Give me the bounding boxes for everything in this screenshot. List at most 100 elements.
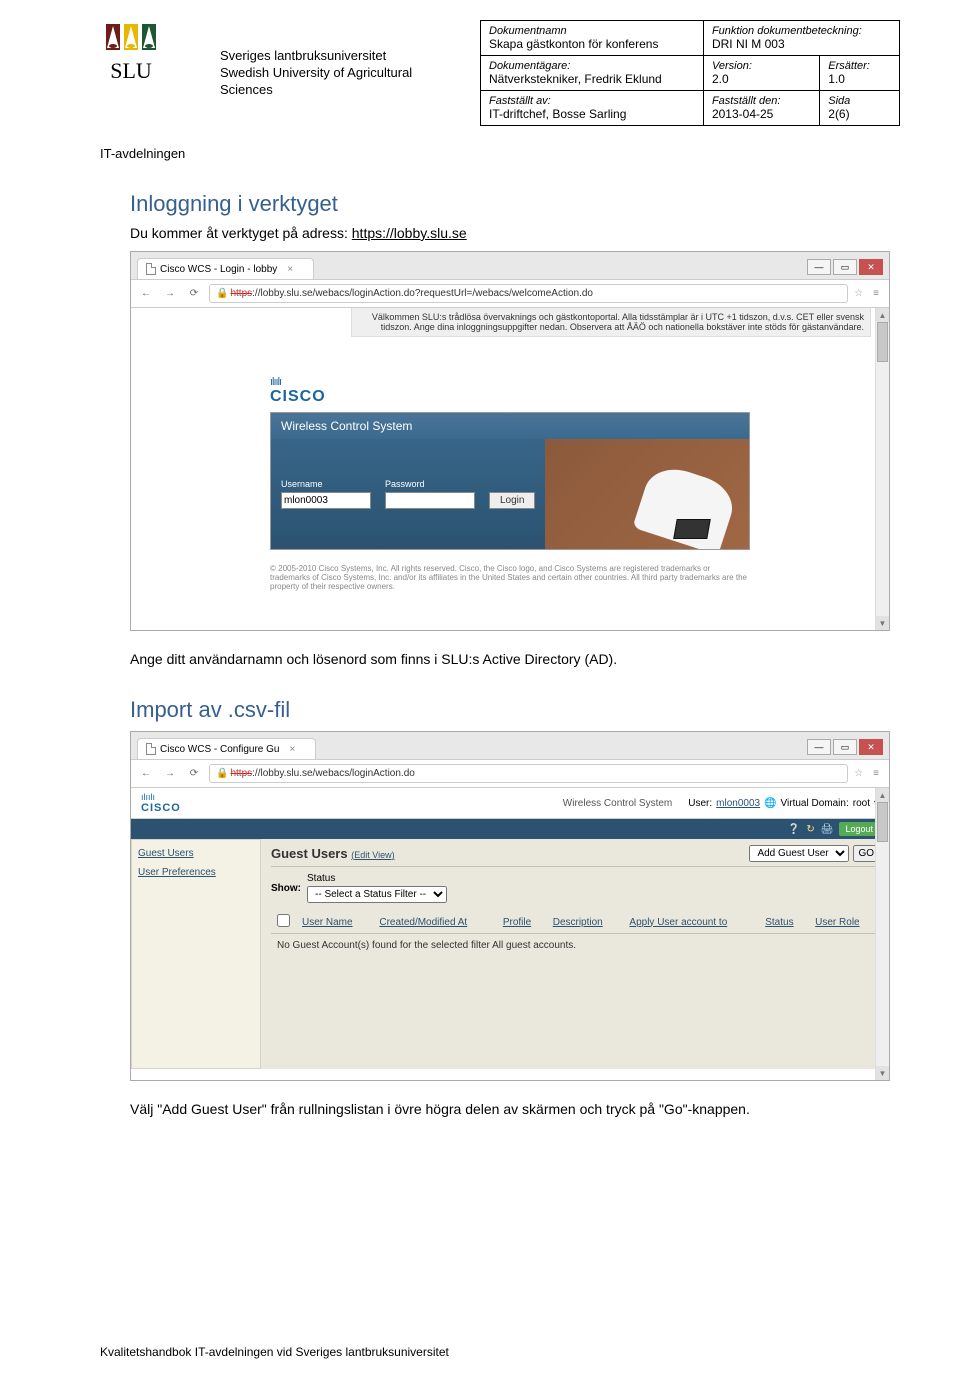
- address-bar: ← → ⟳ 🔒https://lobby.slu.se/webacs/login…: [131, 280, 889, 308]
- login-panel-title: Wireless Control System: [271, 413, 749, 439]
- ersatter-value: 1.0: [828, 72, 891, 86]
- wcs-header-bar: ılıılı CISCO Wireless Control System Use…: [131, 788, 889, 819]
- wcs-system-title: Wireless Control System: [563, 798, 672, 809]
- forward-button[interactable]: →: [161, 768, 179, 779]
- print-icon[interactable]: 🖨: [821, 824, 834, 835]
- login-panel: Wireless Control System Username Passwor…: [270, 412, 750, 550]
- reload-button[interactable]: ⟳: [185, 768, 203, 779]
- maximize-button[interactable]: ▭: [833, 739, 857, 755]
- url-input-2[interactable]: 🔒https://lobby.slu.se/webacs/loginAction…: [209, 764, 848, 783]
- import-screenshot: Cisco WCS - Configure Gu × — ▭ ✕ ← → ⟳ 🔒…: [130, 731, 890, 1081]
- url-scheme: https: [230, 288, 252, 299]
- username-input[interactable]: [281, 492, 371, 509]
- col-created[interactable]: Created/Modified At: [373, 911, 496, 934]
- menu-icon[interactable]: ≡: [869, 288, 883, 299]
- sida-label: Sida: [828, 95, 891, 107]
- col-role[interactable]: User Role: [809, 911, 879, 934]
- select-all-checkbox[interactable]: [277, 914, 290, 927]
- user-value[interactable]: mlon0003: [716, 798, 760, 809]
- back-button[interactable]: ←: [137, 768, 155, 779]
- sidebar-user-prefs[interactable]: User Preferences: [138, 867, 254, 878]
- login-intro-text: Du kommer åt verktyget på adress: https:…: [130, 225, 900, 241]
- back-button[interactable]: ←: [137, 288, 155, 299]
- dokumentnamn-label: Dokumentnamn: [489, 25, 695, 37]
- cisco-logo: ılıılı CISCO: [270, 376, 750, 406]
- refresh-icon[interactable]: ↻: [806, 824, 814, 835]
- lock-icon: 🔒: [216, 768, 228, 779]
- welcome-message: Välkommen SLU:s trådlösa övervaknings oc…: [351, 308, 871, 337]
- maximize-button[interactable]: ▭: [833, 259, 857, 275]
- login-button[interactable]: Login: [489, 492, 535, 509]
- reload-button[interactable]: ⟳: [185, 288, 203, 299]
- status-filter-select[interactable]: -- Select a Status Filter --: [307, 886, 447, 903]
- browser-tab-2[interactable]: Cisco WCS - Configure Gu ×: [137, 738, 316, 759]
- help-icon[interactable]: ❔: [788, 824, 800, 835]
- guest-users-heading: Guest Users (Edit View): [271, 846, 395, 861]
- password-input[interactable]: [385, 492, 475, 509]
- login-hero-image: [545, 439, 749, 549]
- scroll-up-icon[interactable]: ▲: [876, 788, 889, 802]
- url-path: ://lobby.slu.se/webacs/loginAction.do: [252, 768, 415, 779]
- login-text-pre: Du kommer åt verktyget på adress:: [130, 225, 352, 241]
- scroll-up-icon[interactable]: ▲: [876, 308, 889, 322]
- edit-view-link[interactable]: Edit View: [354, 850, 391, 860]
- uni-line-2: Swedish University of Agricultural Scien…: [220, 65, 460, 99]
- user-label: User:: [688, 798, 712, 809]
- address-bar-2: ← → ⟳ 🔒https://lobby.slu.se/webacs/login…: [131, 760, 889, 788]
- scrollbar[interactable]: ▲ ▼: [875, 308, 889, 630]
- col-description[interactable]: Description: [547, 911, 624, 934]
- sidebar: Guest Users User Preferences: [131, 839, 261, 1069]
- col-profile[interactable]: Profile: [497, 911, 547, 934]
- close-tab-icon[interactable]: ×: [289, 744, 295, 755]
- close-tab-icon[interactable]: ×: [287, 264, 293, 275]
- dokumentnamn-value: Skapa gästkonton för konferens: [489, 37, 695, 51]
- department-label: IT-avdelningen: [100, 146, 900, 161]
- uni-line-1: Sveriges lantbruksuniversitet: [220, 48, 460, 65]
- page-icon: [146, 263, 156, 275]
- scroll-thumb[interactable]: [877, 322, 888, 362]
- login-link: https://lobby.slu.se: [352, 225, 467, 241]
- cisco-copyright: © 2005-2010 Cisco Systems, Inc. All righ…: [270, 558, 750, 591]
- minimize-button[interactable]: —: [807, 739, 831, 755]
- url-input[interactable]: 🔒https://lobby.slu.se/webacs/loginAction…: [209, 284, 848, 303]
- login-screenshot: Cisco WCS - Login - lobby × — ▭ ✕ ← → ⟳ …: [130, 251, 890, 631]
- scroll-down-icon[interactable]: ▼: [876, 1066, 889, 1080]
- close-window-button[interactable]: ✕: [859, 739, 883, 755]
- login-caption: Ange ditt användarnamn och lösenord som …: [130, 651, 900, 667]
- agare-label: Dokumentägare:: [489, 60, 695, 72]
- globe-icon: 🌐: [764, 798, 776, 809]
- url-scheme: https: [230, 768, 252, 779]
- close-window-button[interactable]: ✕: [859, 259, 883, 275]
- scroll-thumb[interactable]: [877, 802, 888, 842]
- import-heading: Import av .csv-fil: [130, 697, 900, 723]
- cisco-word: CISCO: [141, 802, 181, 814]
- document-metadata-table: Dokumentnamn Skapa gästkonton för konfer…: [480, 20, 900, 126]
- scroll-down-icon[interactable]: ▼: [876, 616, 889, 630]
- login-heading: Inloggning i verktyget: [130, 191, 900, 217]
- minimize-button[interactable]: —: [807, 259, 831, 275]
- slu-logo-icon: SLU: [100, 20, 162, 100]
- show-label: Show:: [271, 883, 301, 894]
- sidebar-guest-users[interactable]: Guest Users: [138, 848, 254, 859]
- action-select[interactable]: Add Guest User: [749, 845, 849, 862]
- cisco-word: CISCO: [270, 388, 750, 406]
- col-status[interactable]: Status: [759, 911, 809, 934]
- bookmark-icon[interactable]: ☆: [854, 288, 863, 299]
- cisco-bars-icon: ılıılı: [141, 792, 181, 802]
- version-label: Version:: [712, 60, 811, 72]
- content-area: Guest Users (Edit View) Add Guest User G…: [261, 839, 889, 1069]
- col-apply[interactable]: Apply User account to: [623, 911, 759, 934]
- scrollbar-2[interactable]: ▲ ▼: [875, 788, 889, 1080]
- url-path: ://lobby.slu.se/webacs/loginAction.do?re…: [252, 288, 593, 299]
- col-username[interactable]: User Name: [296, 911, 373, 934]
- browser-tab[interactable]: Cisco WCS - Login - lobby ×: [137, 258, 314, 279]
- username-label: Username: [281, 479, 371, 489]
- forward-button[interactable]: →: [161, 288, 179, 299]
- menu-icon[interactable]: ≡: [869, 768, 883, 779]
- bookmark-icon[interactable]: ☆: [854, 768, 863, 779]
- page-footer: Kvalitetshandbok IT-avdelningen vid Sver…: [100, 1345, 449, 1359]
- faststallt-av-label: Fastställt av:: [489, 95, 695, 107]
- funktion-value: DRI NI M 003: [712, 37, 891, 51]
- logout-button[interactable]: Logout: [839, 822, 879, 836]
- cisco-bars-icon: ılıılı: [270, 376, 750, 388]
